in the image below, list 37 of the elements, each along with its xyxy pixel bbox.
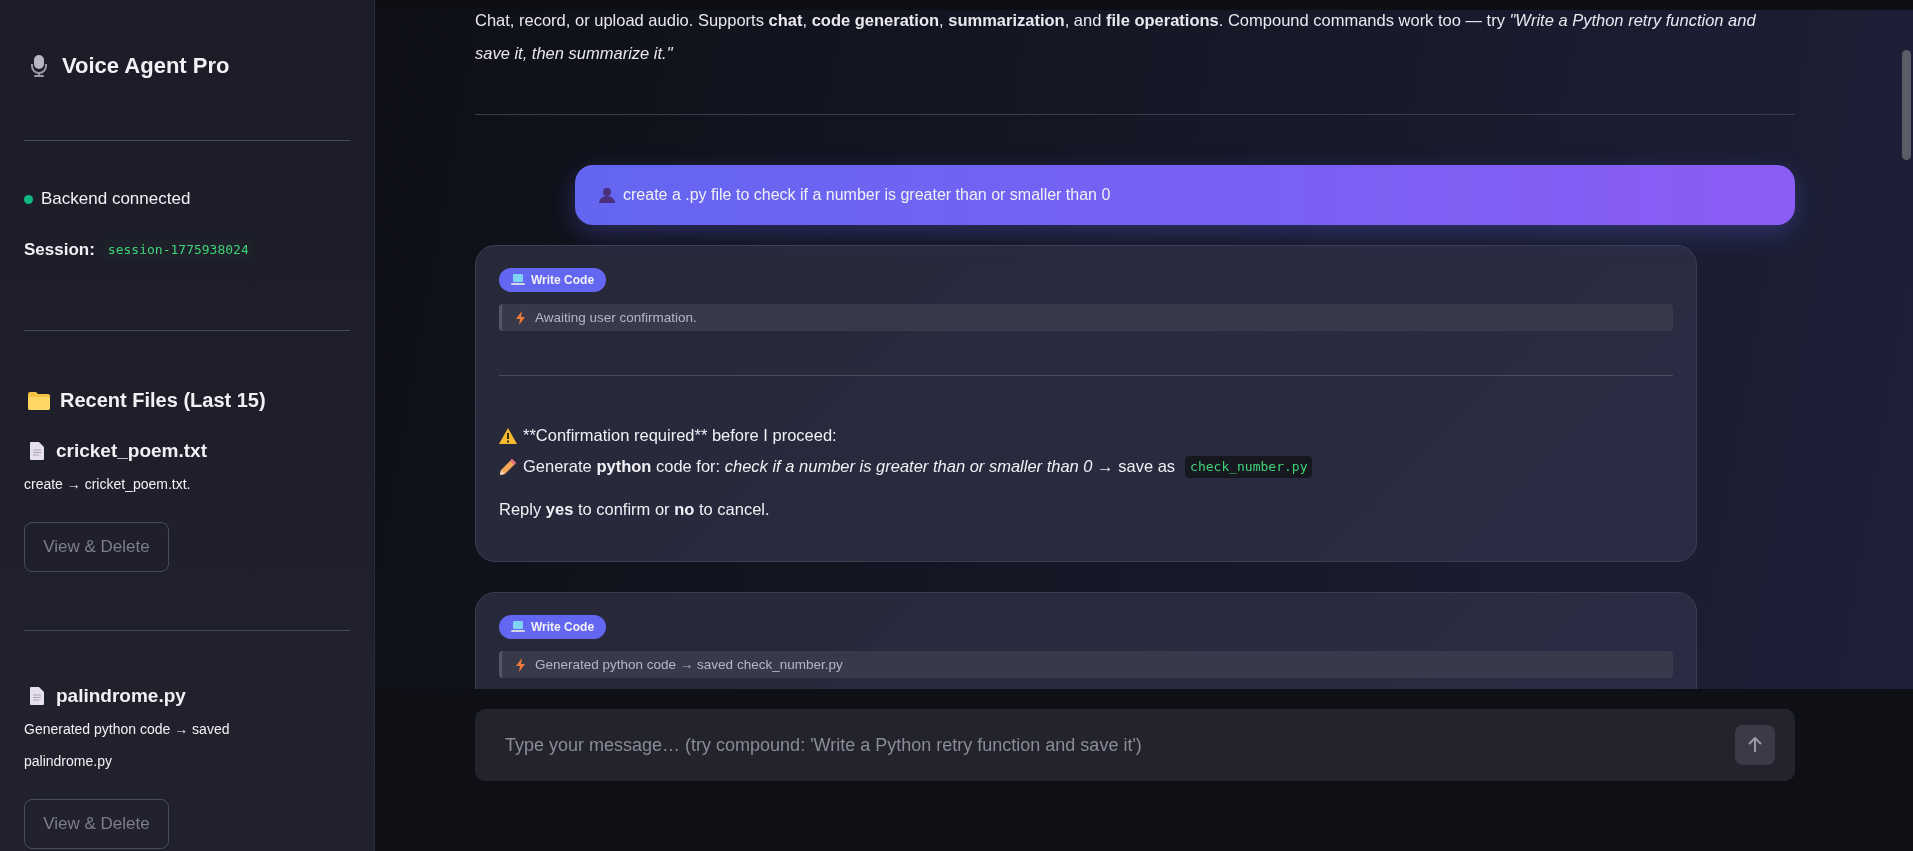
laptop-icon [511,621,525,633]
status-message: Generated python code → saved check_number.py [535,657,843,672]
file-description: create → cricket_poem.txt. [24,475,192,494]
badge-label: Write Code [531,620,595,634]
document-icon [30,687,44,705]
send-button[interactable] [1735,725,1775,765]
view-delete-button[interactable]: View & Delete [24,799,169,849]
status-message: Awaiting user confirmation. [535,310,697,325]
microphone-icon [30,54,48,78]
app-title: Voice Agent Pro [62,53,230,79]
arrow-up-icon [1748,737,1762,753]
laptop-icon [511,274,525,286]
status-text: Backend connected [41,189,191,209]
folder-icon [28,391,50,410]
action-text: Generate python code for: check if a number is greater than or smaller than 0 → save as [523,456,1176,477]
message-text: create a .py file to check if a number is greater than or smaller than 0 [623,186,1111,204]
warning-icon [499,427,517,444]
document-icon [30,442,44,460]
file-description: Generated python code → saved [24,720,231,739]
session-label: Session: [24,239,95,260]
scrollbar-thumb[interactable] [1902,50,1911,160]
lightning-icon [516,310,525,325]
message-input[interactable]: Type your message… (try compound: 'Write a Python retry function and save it') [475,709,1795,781]
file-name: palindrome.py [56,685,186,707]
session-id: session-1775938024 [102,239,254,260]
file-name: cricket_poem.txt [56,440,207,462]
badge-label: Write Code [531,273,595,287]
intro-text: Chat, record, or upload audio. Supports chat, code generation, summarization, and file operations. Compound commands work too — try "Write a Python retry function and save it, then summarize it." [475,10,1757,64]
file-name-code: check_number.py [1185,455,1313,478]
confirmation-text: **Confirmation required** before I proceed: [523,425,837,446]
lightning-icon [516,657,525,672]
file-description: palindrome.py [24,752,113,771]
person-icon [599,187,615,203]
pencil-icon [499,457,517,476]
view-delete-button[interactable]: View & Delete [24,522,169,572]
reply-instructions: Reply yes to confirm or no to cancel. [499,499,770,520]
section-title: Recent Files (Last 15) [60,389,266,412]
